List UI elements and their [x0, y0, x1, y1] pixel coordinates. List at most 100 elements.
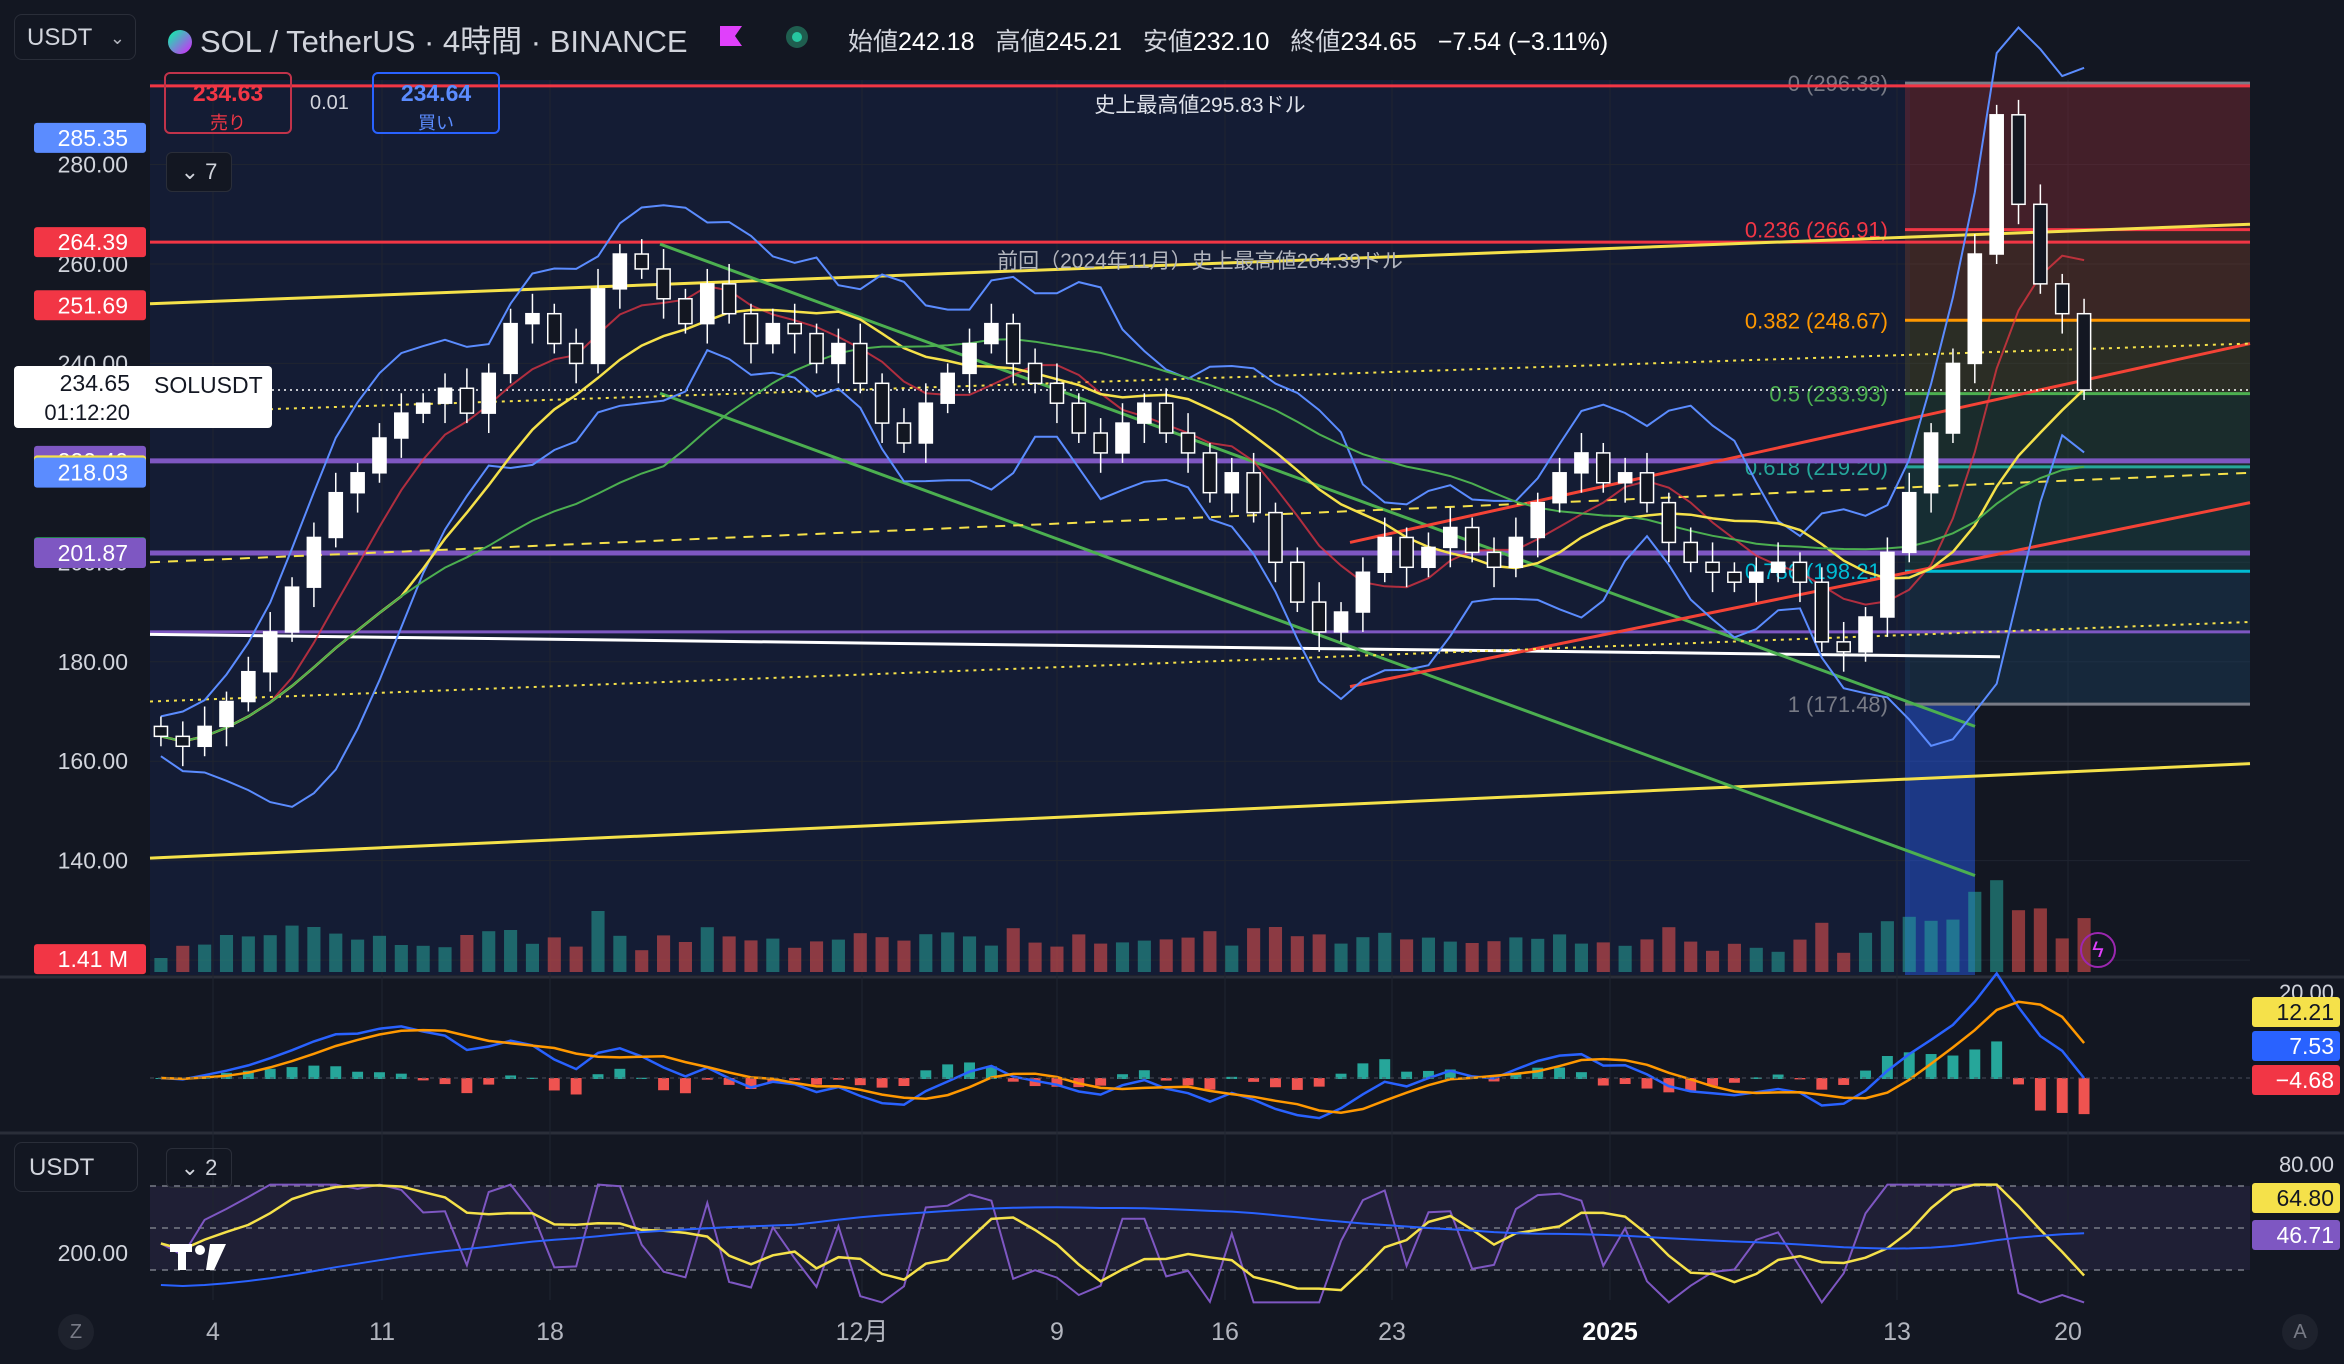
- volume-bar: [1421, 937, 1436, 972]
- candle-body: [1486, 551, 1502, 569]
- candle-body: [962, 342, 977, 375]
- osc-currency-label: USDT: [29, 1154, 95, 1181]
- volume-bar: [941, 932, 955, 972]
- volume-bar: [154, 958, 168, 972]
- volume-bar: [1378, 932, 1392, 972]
- volume-bar: [678, 942, 692, 972]
- flag-icon[interactable]: [718, 24, 744, 48]
- volume-bar: [831, 939, 845, 972]
- volume-bar: [591, 911, 605, 972]
- volume-bar: [853, 933, 867, 972]
- macd-histogram-bar: [811, 1078, 823, 1085]
- x-tick-label: 18: [536, 1318, 564, 1346]
- volume-bar: [1924, 920, 1938, 972]
- price-axis-label: 218.03: [58, 460, 128, 486]
- volume-bar: [394, 945, 408, 972]
- sell-label: 売り: [210, 113, 246, 133]
- candle-body: [765, 322, 781, 345]
- candle-body: [1552, 472, 1567, 504]
- macd-histogram-bar: [1248, 1078, 1260, 1082]
- candle-body: [1224, 472, 1240, 494]
- volume-bar: [460, 935, 474, 972]
- price-chart[interactable]: 0 (296.38)0.236 (266.91)0.382 (248.67)0.…: [0, 0, 2344, 1364]
- osc-indicator-toggle-button[interactable]: ⌄ 2: [166, 1148, 232, 1188]
- volume-bar: [1618, 945, 1632, 972]
- macd-value-label: −4.68: [2276, 1067, 2334, 1093]
- candle-body: [1661, 501, 1677, 544]
- volume-bar: [1815, 922, 1829, 972]
- sell-button[interactable]: 234.63 売り: [164, 72, 292, 134]
- candle-body: [1115, 422, 1130, 454]
- candle-body: [197, 725, 212, 748]
- candle-body: [1377, 536, 1393, 574]
- volume-bar: [1596, 942, 1610, 972]
- rsi-value-label: 46.71: [2276, 1222, 2334, 1248]
- currency-select[interactable]: USDT ⌄: [14, 14, 136, 60]
- volume-bar: [809, 941, 824, 972]
- osc-tick-label: 200.00: [58, 1240, 128, 1266]
- candle-body: [1617, 472, 1633, 484]
- volume-bar: [1706, 950, 1720, 972]
- volume-bar: [1247, 928, 1261, 972]
- volume-bar: [372, 935, 387, 972]
- fib-zone: [1905, 466, 2250, 572]
- osc-currency-select[interactable]: USDT: [14, 1142, 138, 1192]
- macd-histogram-bar: [1095, 1078, 1107, 1086]
- fib-zone: [1905, 83, 2250, 230]
- volume-bar: [263, 935, 277, 972]
- chevron-down-icon: ⌄: [109, 28, 125, 48]
- macd-histogram-bar: [264, 1068, 276, 1079]
- candle-body: [241, 670, 256, 703]
- fib-zone: [1905, 571, 2250, 705]
- volume-bar: [351, 939, 365, 972]
- auto-scale-button[interactable]: A: [2282, 1314, 2318, 1350]
- candle-body: [1443, 526, 1458, 549]
- macd-line: [160, 971, 2086, 1120]
- macd-histogram-bar: [1991, 1041, 2003, 1079]
- volume-bar: [1312, 934, 1326, 972]
- volume-bar: [613, 935, 627, 972]
- symbol-title[interactable]: SOL / TetherUS · 4時間 · BINANCE: [168, 16, 688, 61]
- x-tick-label: 13: [1883, 1318, 1911, 1346]
- price-axis-label: 285.35: [58, 125, 128, 151]
- volume-bar: [569, 946, 583, 972]
- candle-body: [1268, 511, 1283, 564]
- last-price-tag: 234.65 01:12:20 SOLUSDT: [14, 366, 272, 428]
- buy-button[interactable]: 234.64 買い: [372, 72, 500, 134]
- volume-bar: [1946, 919, 1960, 972]
- candle-body: [809, 332, 824, 365]
- candle-body: [612, 253, 628, 290]
- volume-bar: [984, 945, 998, 972]
- indicator-toggle-button[interactable]: ⌄ 7: [166, 152, 232, 192]
- zoom-toggle-button[interactable]: Z: [58, 1314, 94, 1350]
- close-value: 234.65: [1340, 28, 1417, 56]
- ohlc-readout: 始値242.18 高値245.21 安値232.10 終値234.65 −7.5…: [848, 22, 1608, 58]
- high-value: 245.21: [1045, 28, 1122, 56]
- close-label: 終値: [1290, 28, 1341, 56]
- candle-body: [896, 422, 912, 444]
- volume-bar: [1115, 942, 1130, 972]
- macd-histogram-bar: [2034, 1078, 2046, 1111]
- candle-body: [1923, 432, 1939, 494]
- sol-logo-icon: [168, 30, 192, 54]
- candle-body: [525, 312, 540, 325]
- osc-indicator-count: 2: [205, 1155, 218, 1180]
- lightning-icon[interactable]: ϟ: [2080, 932, 2116, 968]
- low-value: 232.10: [1192, 28, 1270, 56]
- volume-bar: [285, 925, 299, 972]
- candle-body: [284, 586, 300, 633]
- candle-body: [1945, 362, 1961, 434]
- volume-bar: [2055, 938, 2069, 972]
- candle-body: [1180, 432, 1196, 454]
- x-tick-label: 4: [206, 1318, 220, 1346]
- volume-bar: [1880, 921, 1894, 972]
- x-tick-label: 2025: [1582, 1318, 1638, 1346]
- macd-histogram-bar: [1204, 1078, 1216, 1090]
- prev-ath-annotation: 前回（2024年11月）史上最高値264.39ドル: [997, 250, 1403, 273]
- volume-bar: [919, 934, 933, 972]
- candle-body: [372, 437, 387, 474]
- macd-histogram-bar: [2056, 1078, 2068, 1113]
- last-price-symbol: SOLUSDT: [154, 372, 263, 398]
- volume-bar: [1159, 939, 1173, 972]
- macd-histogram-bar: [942, 1064, 954, 1079]
